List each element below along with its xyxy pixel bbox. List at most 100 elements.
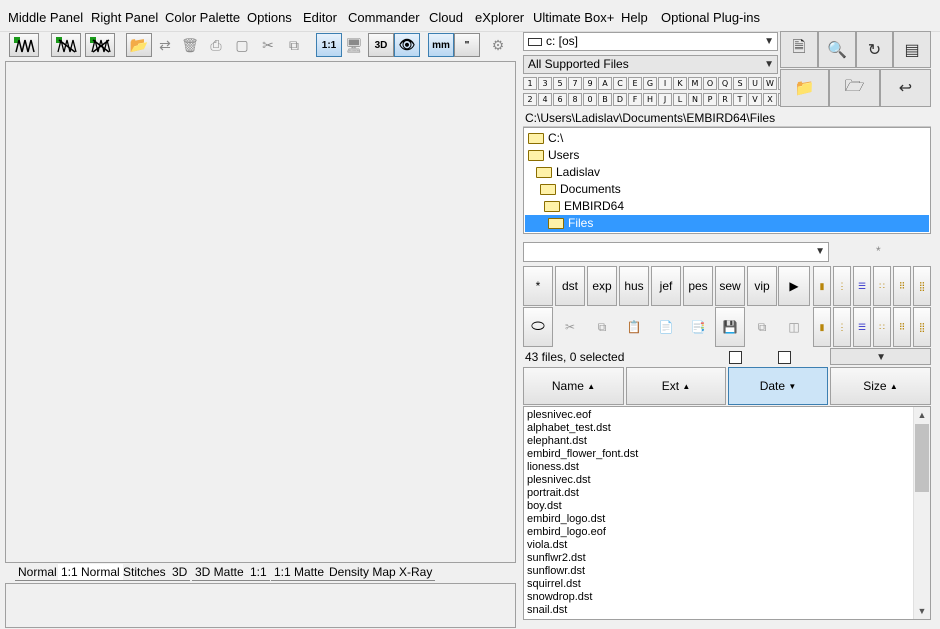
format-button-vip[interactable]: vip xyxy=(747,266,777,306)
tab-3d-matte[interactable]: 3D Matte xyxy=(192,564,247,581)
parent-folder-button[interactable]: ↩ xyxy=(880,69,931,107)
menu-middle-panel[interactable]: Middle Panel xyxy=(8,10,83,25)
tree-node[interactable]: Ladislav xyxy=(536,164,600,181)
refresh-button[interactable]: ↻ xyxy=(856,31,893,68)
layout-button-11[interactable]: ⠿ xyxy=(893,307,911,347)
file-list-item[interactable]: snail.dst xyxy=(524,604,930,617)
sort-name-button[interactable]: Name ▲ xyxy=(523,367,624,405)
three-d-button[interactable]: 3D xyxy=(368,33,394,57)
zoom-button[interactable]: 🔍 xyxy=(818,31,856,68)
tree-node[interactable]: Users xyxy=(528,147,579,164)
copy-icon[interactable]: ⧉ xyxy=(284,35,304,55)
paste-special-button[interactable]: 📄 xyxy=(651,307,681,347)
letter-key[interactable]: J xyxy=(658,93,672,106)
paste-button[interactable]: 📋 xyxy=(619,307,649,347)
inch-button[interactable]: " xyxy=(454,33,480,57)
file-list-item[interactable]: embird_flower_font.dst xyxy=(524,448,930,461)
cut-button[interactable]: ✂ xyxy=(555,307,585,347)
stitch-view-button[interactable] xyxy=(9,33,39,57)
move-icon[interactable]: ⇄ xyxy=(155,35,175,55)
file-list-item[interactable]: lioness.dst xyxy=(524,461,930,474)
letter-key[interactable]: G xyxy=(643,77,657,90)
move-to-button[interactable]: ⧉ xyxy=(747,307,777,347)
tab-normal[interactable]: Normal xyxy=(15,564,60,581)
menu-editor[interactable]: Editor xyxy=(303,10,337,25)
letter-key[interactable]: M xyxy=(688,77,702,90)
letter-key[interactable]: E xyxy=(628,77,642,90)
layout-button-4[interactable]: ∷ xyxy=(873,266,891,306)
menu-color-palette[interactable]: Color Palette xyxy=(165,10,240,25)
letter-key[interactable]: L xyxy=(673,93,687,106)
letter-key[interactable]: O xyxy=(703,77,717,90)
tree-node-selected[interactable]: Files xyxy=(525,215,929,232)
file-list-item[interactable]: portrait.dst xyxy=(524,487,930,500)
letter-key[interactable]: S xyxy=(733,77,747,90)
file-list-item[interactable]: elephant.dst xyxy=(524,435,930,448)
letter-key[interactable]: B xyxy=(598,93,612,106)
format-button-jef[interactable]: jef xyxy=(651,266,681,306)
export-icon[interactable]: ▢ xyxy=(232,35,252,55)
save-button[interactable]: 💾 xyxy=(715,307,745,347)
menu-cloud[interactable]: Cloud xyxy=(429,10,463,25)
tree-node[interactable]: Documents xyxy=(540,181,621,198)
layout-button-1[interactable]: ▮ xyxy=(813,266,831,306)
view-options-select[interactable]: ▼ xyxy=(830,348,931,365)
delete-stitches-button[interactable] xyxy=(85,33,115,57)
layout-button-8[interactable]: ⋮ xyxy=(833,307,851,347)
view-eye-button[interactable]: 👁 xyxy=(394,33,420,57)
layout-button-10[interactable]: ∷ xyxy=(873,307,891,347)
letter-key[interactable]: X xyxy=(763,93,777,106)
layout-button-3[interactable]: ☰ xyxy=(853,266,871,306)
tab-density-map[interactable]: Density Map xyxy=(326,564,399,581)
letter-key[interactable]: 2 xyxy=(523,93,537,106)
letter-key[interactable]: W xyxy=(763,77,777,90)
tab-x-ray[interactable]: X-Ray xyxy=(396,564,436,581)
file-list-item[interactable]: boy.dst xyxy=(524,500,930,513)
layout-button-12[interactable]: ⣿ xyxy=(913,307,931,347)
mm-button[interactable]: mm xyxy=(428,33,454,57)
layout-button-6[interactable]: ⣿ xyxy=(913,266,931,306)
one-to-one-button[interactable]: 1:1 xyxy=(316,33,342,57)
letter-key[interactable]: 3 xyxy=(538,77,552,90)
letter-key[interactable]: V xyxy=(748,93,762,106)
monitor-icon[interactable]: 🖥 xyxy=(344,35,364,55)
folder-button[interactable]: 🗁 xyxy=(829,69,880,107)
tab-stitches[interactable]: Stitches xyxy=(120,564,169,581)
layout-button-5[interactable]: ⠿ xyxy=(893,266,911,306)
sort-ext-button[interactable]: Ext ▲ xyxy=(626,367,726,405)
letter-key[interactable]: F xyxy=(628,93,642,106)
format-button-all[interactable]: * xyxy=(523,266,553,306)
drive-button[interactable]: ▤ xyxy=(893,31,931,68)
letter-key[interactable]: P xyxy=(703,93,717,106)
letter-key[interactable]: N xyxy=(688,93,702,106)
format-button-pes[interactable]: pes xyxy=(683,266,713,306)
format-button-hus[interactable]: hus xyxy=(619,266,649,306)
letter-key[interactable]: I xyxy=(658,77,672,90)
lasso-button[interactable]: ⬭ xyxy=(523,307,553,347)
file-filter-select[interactable]: All Supported Files ▼ xyxy=(523,55,778,74)
letter-key[interactable]: 4 xyxy=(538,93,552,106)
menu-optional-plugins[interactable]: Optional Plug-ins xyxy=(661,10,760,25)
letter-key[interactable]: A xyxy=(598,77,612,90)
menu-help[interactable]: Help xyxy=(621,10,648,25)
letter-key[interactable]: H xyxy=(643,93,657,106)
tab-one-to-one-normal[interactable]: 1:1 Normal xyxy=(58,564,123,581)
cut-icon[interactable]: ✂ xyxy=(258,35,278,55)
format-button-exp[interactable]: exp xyxy=(587,266,617,306)
menu-commander[interactable]: Commander xyxy=(348,10,420,25)
tab-3d[interactable]: 3D xyxy=(169,564,191,581)
letter-key[interactable]: 1 xyxy=(523,77,537,90)
format-button-dst[interactable]: dst xyxy=(555,266,585,306)
tree-node[interactable]: C:\ xyxy=(528,130,563,147)
select-checkbox-2[interactable] xyxy=(778,351,791,364)
select-checkbox-1[interactable] xyxy=(729,351,742,364)
menu-ultimate-box[interactable]: Ultimate Box+ xyxy=(533,10,614,25)
file-list-item[interactable]: alphabet_test.dst xyxy=(524,422,930,435)
sort-size-button[interactable]: Size ▲ xyxy=(830,367,931,405)
letter-key[interactable]: 5 xyxy=(553,77,567,90)
letter-key[interactable]: 0 xyxy=(583,93,597,106)
duplicate-button[interactable]: 📑 xyxy=(683,307,713,347)
design-canvas[interactable] xyxy=(5,61,516,563)
vertical-scrollbar[interactable]: ▲ ▼ xyxy=(913,407,930,619)
folder-tree[interactable]: C:\ Users Ladislav Documents EMBIRD64 Fi… xyxy=(523,127,931,234)
